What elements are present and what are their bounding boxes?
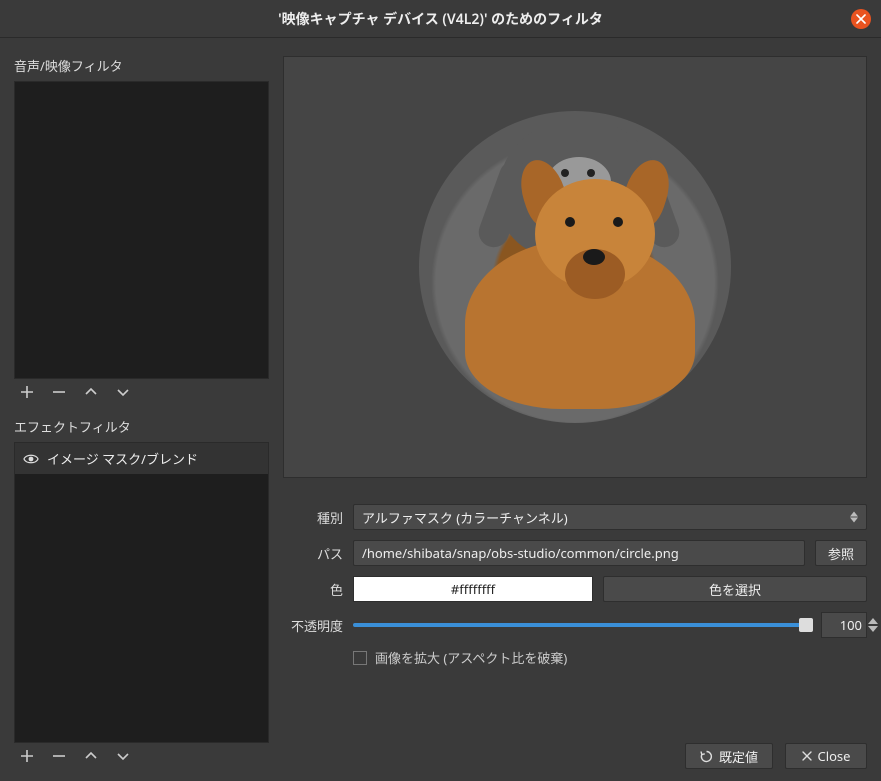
audio-remove-button[interactable]	[50, 383, 68, 401]
stretch-checkbox[interactable]	[353, 651, 367, 665]
defaults-button-label: 既定値	[719, 747, 758, 766]
type-label: 種別	[283, 508, 343, 527]
pick-color-button[interactable]: 色を選択	[603, 576, 867, 602]
plus-icon	[20, 749, 34, 763]
minus-icon	[52, 749, 66, 763]
footer: 既定値 Close	[283, 729, 867, 769]
browse-button-label: 参照	[828, 544, 854, 563]
type-select[interactable]: アルファマスク (カラーチャンネル)	[353, 504, 867, 530]
window-close-button[interactable]	[851, 9, 871, 29]
content: 音声/映像フィルタ エフェクトフィルタ	[0, 38, 881, 781]
close-icon	[856, 14, 866, 24]
effect-filter-list[interactable]: イメージ マスク/ブレンド	[14, 442, 269, 743]
color-hex-value: #ffffffff	[451, 580, 495, 598]
effect-filter-item[interactable]: イメージ マスク/ブレンド	[15, 443, 268, 474]
visibility-toggle[interactable]	[23, 451, 39, 467]
properties-panel: 種別 アルファマスク (カラーチャンネル) パス /home/shibata/s…	[283, 504, 867, 667]
opacity-spinbox[interactable]: 100	[821, 612, 867, 638]
audio-filter-toolbar	[14, 379, 269, 405]
audio-move-down-button[interactable]	[114, 383, 132, 401]
path-label: パス	[283, 544, 343, 563]
select-caret-icon	[850, 512, 858, 523]
audio-add-button[interactable]	[18, 383, 36, 401]
chevron-down-icon	[116, 749, 130, 763]
minus-icon	[52, 385, 66, 399]
color-label: 色	[283, 580, 343, 599]
close-button-label: Close	[818, 747, 851, 765]
pick-color-button-label: 色を選択	[709, 580, 761, 599]
browse-button[interactable]: 参照	[815, 540, 867, 566]
stretch-label: 画像を拡大 (アスペクト比を破棄)	[375, 648, 567, 667]
effect-filter-toolbar	[14, 743, 269, 769]
spin-up-icon[interactable]	[868, 618, 878, 624]
color-row: 色 #ffffffff 色を選択	[283, 576, 867, 602]
color-swatch[interactable]: #ffffffff	[353, 576, 593, 602]
plus-icon	[20, 385, 34, 399]
stretch-row: 画像を拡大 (アスペクト比を破棄)	[353, 648, 867, 667]
effect-remove-button[interactable]	[50, 747, 68, 765]
opacity-value: 100	[840, 616, 862, 634]
reset-icon	[700, 750, 713, 763]
spin-down-icon[interactable]	[868, 626, 878, 632]
chevron-up-icon	[84, 749, 98, 763]
close-icon	[802, 751, 812, 761]
path-row: パス /home/shibata/snap/obs-studio/common/…	[283, 540, 867, 566]
path-field[interactable]: /home/shibata/snap/obs-studio/common/cir…	[353, 540, 805, 566]
path-field-value: /home/shibata/snap/obs-studio/common/cir…	[362, 544, 679, 562]
type-select-value: アルファマスク (カラーチャンネル)	[362, 508, 568, 527]
opacity-row: 不透明度 100	[283, 612, 867, 638]
opacity-label: 不透明度	[283, 616, 343, 635]
effect-add-button[interactable]	[18, 747, 36, 765]
audio-move-up-button[interactable]	[82, 383, 100, 401]
left-column: 音声/映像フィルタ エフェクトフィルタ	[14, 56, 269, 769]
effect-move-down-button[interactable]	[114, 747, 132, 765]
eye-icon	[23, 451, 39, 467]
effect-move-up-button[interactable]	[82, 747, 100, 765]
audio-filters-label: 音声/映像フィルタ	[14, 56, 269, 75]
preview-area	[283, 56, 867, 478]
chevron-up-icon	[84, 385, 98, 399]
opacity-slider[interactable]	[353, 623, 813, 627]
close-button[interactable]: Close	[785, 743, 867, 769]
window-title: '映像キャプチャ デバイス (V4L2)' のためのフィルタ	[278, 9, 603, 29]
defaults-button[interactable]: 既定値	[685, 743, 773, 769]
opacity-slider-thumb[interactable]	[799, 618, 813, 632]
effect-section: エフェクトフィルタ イメージ マスク/ブレンド	[14, 417, 269, 769]
type-row: 種別 アルファマスク (カラーチャンネル)	[283, 504, 867, 530]
effect-filter-item-label: イメージ マスク/ブレンド	[47, 449, 198, 468]
audio-filter-list[interactable]	[14, 81, 269, 379]
opacity-slider-wrap: 100	[353, 612, 867, 638]
preview-masked-output	[419, 111, 731, 423]
effect-filters-label: エフェクトフィルタ	[14, 417, 269, 436]
titlebar: '映像キャプチャ デバイス (V4L2)' のためのフィルタ	[0, 0, 881, 38]
chevron-down-icon	[116, 385, 130, 399]
right-column: 種別 アルファマスク (カラーチャンネル) パス /home/shibata/s…	[283, 56, 867, 769]
